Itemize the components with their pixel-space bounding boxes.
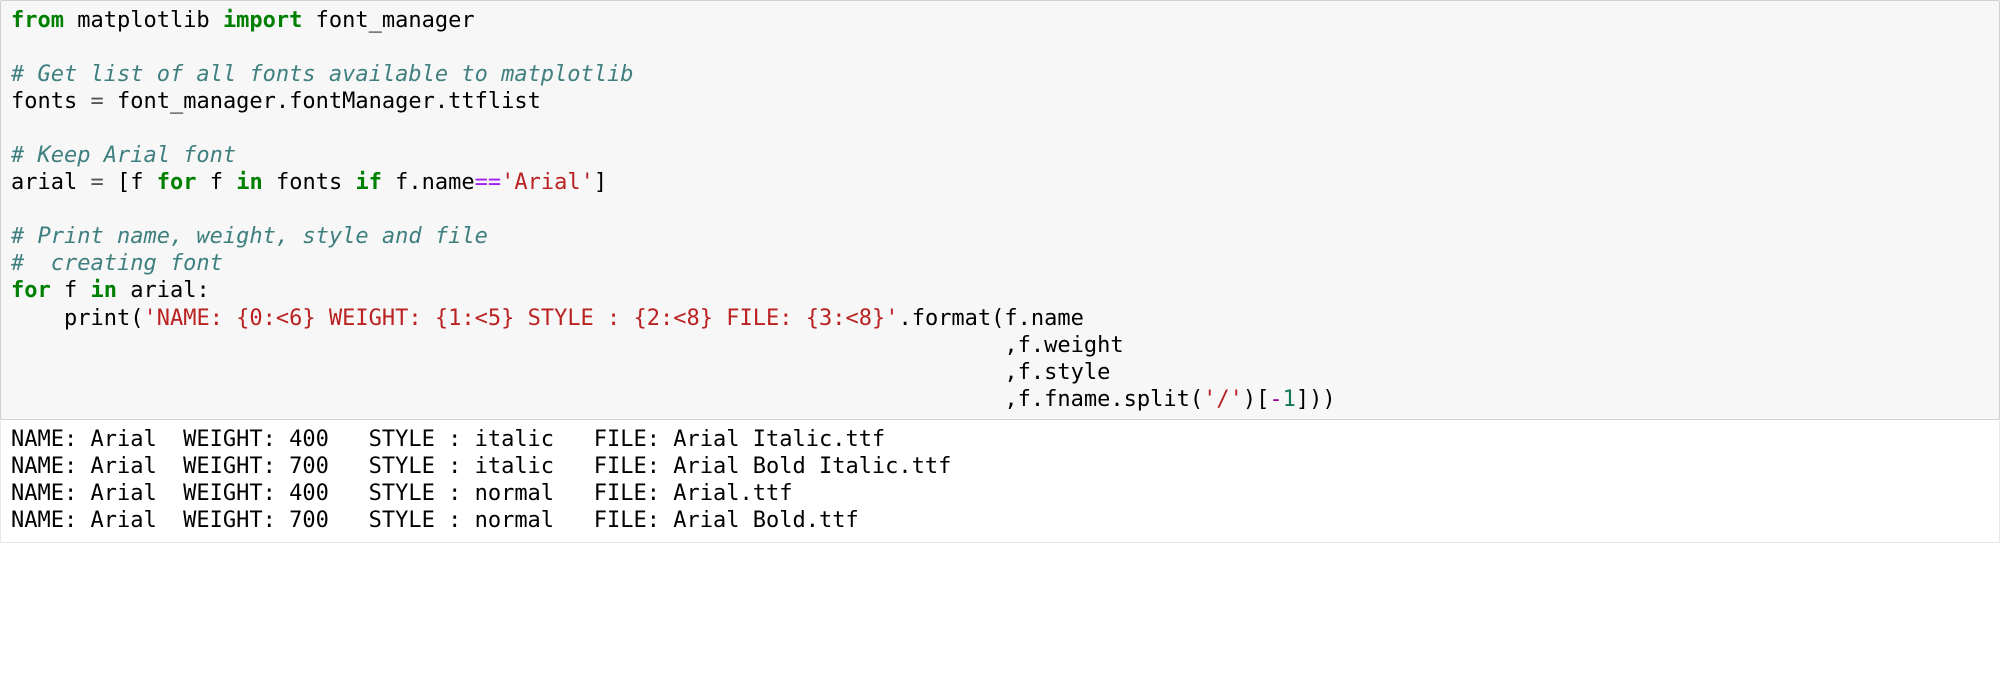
module-name: matplotlib bbox=[64, 8, 223, 33]
number-literal: 1 bbox=[1283, 387, 1296, 412]
import-target: font_manager bbox=[302, 8, 474, 33]
string-literal: '/' bbox=[1203, 387, 1243, 412]
keyword-if: if bbox=[355, 170, 382, 195]
expr: ,f.style bbox=[1004, 360, 1110, 385]
keyword-in: in bbox=[91, 278, 118, 303]
builtin-print: print bbox=[64, 306, 130, 331]
expr: f.name bbox=[382, 170, 475, 195]
indent bbox=[11, 306, 64, 331]
comment: # creating font bbox=[11, 251, 223, 276]
expr: )[ bbox=[1243, 387, 1270, 412]
var-name: fonts bbox=[11, 89, 90, 114]
expr: f bbox=[196, 170, 236, 195]
format-string: 'NAME: {0:<6} WEIGHT: {1:<5} STYLE : {2:… bbox=[143, 306, 898, 331]
expr: ,f.weight bbox=[1004, 333, 1123, 358]
string-literal: 'Arial' bbox=[501, 170, 594, 195]
expr: ])) bbox=[1296, 387, 1336, 412]
indent bbox=[11, 333, 1004, 358]
notebook-cell-pair: from matplotlib import font_manager # Ge… bbox=[0, 0, 2000, 543]
code-input-cell[interactable]: from matplotlib import font_manager # Ge… bbox=[0, 0, 2000, 420]
indent bbox=[11, 387, 1004, 412]
expr: [f bbox=[104, 170, 157, 195]
paren: ( bbox=[130, 306, 143, 331]
bracket: ] bbox=[594, 170, 607, 195]
expr: ,f.fname.split( bbox=[1004, 387, 1203, 412]
eq-op: == bbox=[475, 170, 502, 195]
expr: font_manager.fontManager.ttflist bbox=[104, 89, 541, 114]
keyword-from: from bbox=[11, 8, 64, 33]
keyword-in: in bbox=[236, 170, 263, 195]
expr: arial: bbox=[117, 278, 210, 303]
code-output-cell: NAME: Arial WEIGHT: 400 STYLE : italic F… bbox=[0, 420, 2000, 543]
expr: f bbox=[51, 278, 91, 303]
keyword-for: for bbox=[11, 278, 51, 303]
keyword-import: import bbox=[223, 8, 302, 33]
output-line: NAME: Arial WEIGHT: 400 STYLE : normal F… bbox=[11, 481, 872, 506]
assign-op: = bbox=[90, 170, 103, 195]
output-line: NAME: Arial WEIGHT: 700 STYLE : normal F… bbox=[11, 508, 859, 533]
assign-op: = bbox=[90, 89, 103, 114]
output-content: NAME: Arial WEIGHT: 400 STYLE : italic F… bbox=[11, 426, 1989, 534]
indent bbox=[11, 360, 1004, 385]
output-line: NAME: Arial WEIGHT: 400 STYLE : italic F… bbox=[11, 427, 885, 452]
neg-sign: - bbox=[1269, 387, 1282, 412]
var-name: arial bbox=[11, 170, 90, 195]
expr: fonts bbox=[263, 170, 356, 195]
keyword-for: for bbox=[157, 170, 197, 195]
comment: # Keep Arial font bbox=[11, 143, 236, 168]
output-line: NAME: Arial WEIGHT: 700 STYLE : italic F… bbox=[11, 454, 951, 479]
comment: # Get list of all fonts available to mat… bbox=[11, 62, 634, 87]
code-content: from matplotlib import font_manager # Ge… bbox=[11, 7, 1989, 413]
expr: .format(f.name bbox=[898, 306, 1083, 331]
comment: # Print name, weight, style and file bbox=[11, 224, 488, 249]
